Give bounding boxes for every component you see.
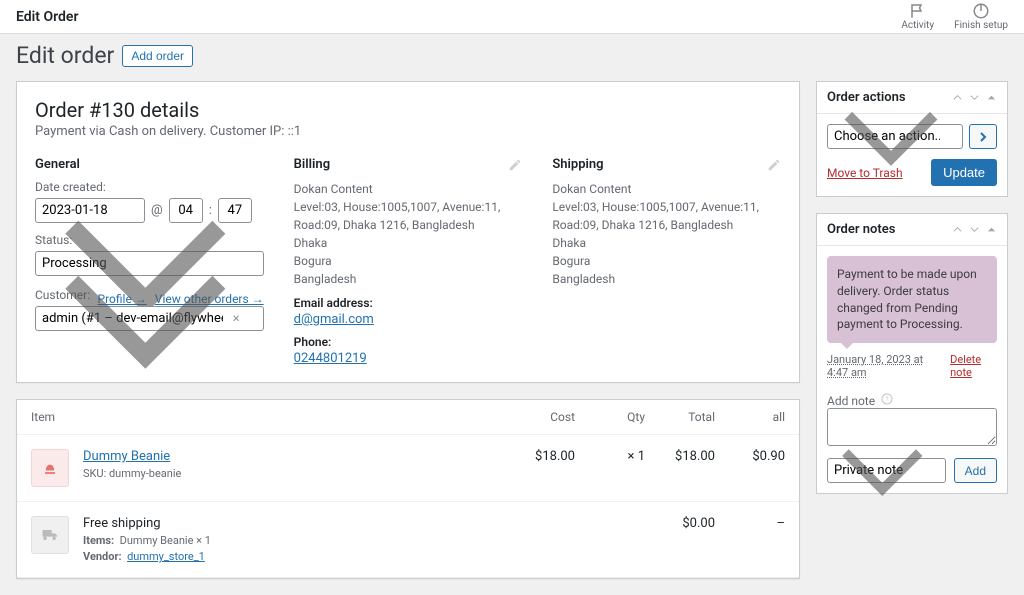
col-qty: Qty (575, 410, 645, 424)
vendor-link[interactable]: dummy_store_1 (127, 550, 205, 563)
item-name-link[interactable]: Dummy Beanie (83, 449, 170, 464)
page-title: Edit order (16, 42, 114, 69)
shipping-column: Shipping Dokan Content Level:03, House:1… (552, 157, 781, 366)
order-subtitle: Payment via Cash on delivery. Customer I… (35, 124, 781, 139)
shipping-vendor: Vendor: dummy_store_1 (83, 550, 505, 563)
move-to-trash-link[interactable]: Move to Trash (827, 166, 903, 180)
flag-icon (909, 2, 927, 20)
pencil-icon[interactable] (508, 158, 522, 172)
profile-link[interactable]: Profile → (98, 292, 147, 306)
chevron-right-icon (977, 131, 989, 143)
col-total: Total (645, 410, 715, 424)
phone-label: Phone: (294, 335, 523, 349)
general-heading: General (35, 157, 264, 172)
shipping-heading: Shipping (552, 157, 603, 172)
shipping-icon (31, 516, 69, 554)
chevron-down-icon[interactable] (969, 224, 980, 235)
caret-up-icon[interactable] (986, 224, 997, 235)
customer-select[interactable] (35, 306, 264, 331)
item-cost: $18.00 (505, 449, 575, 464)
shipping-address: Dokan Content Level:03, House:1005,1007,… (552, 180, 781, 288)
add-note-label: Add note (827, 394, 875, 408)
order-notes-heading: Order notes (827, 222, 895, 237)
add-note-button[interactable]: Add (954, 458, 997, 483)
status-label: Status: (35, 233, 264, 247)
svg-text:?: ? (886, 396, 889, 403)
order-title: Order #130 details (35, 98, 781, 122)
shipping-total: $0.00 (645, 516, 715, 531)
date-input[interactable] (35, 198, 145, 223)
chevron-down-icon[interactable] (969, 92, 980, 103)
page-header: Edit order Add order (16, 34, 1008, 81)
line-item: Dummy Beanie SKU: dummy-beanie $18.00 × … (17, 435, 799, 502)
items-header: Item Cost Qty Total all (17, 400, 799, 435)
note-meta: January 18, 2023 at 4:47 am Delete note (827, 353, 997, 379)
col-cost: Cost (505, 410, 575, 424)
beanie-icon (40, 458, 60, 478)
order-action-select[interactable]: Choose an action... (827, 124, 963, 149)
status-select[interactable]: Processing (35, 251, 264, 276)
add-order-button[interactable]: Add order (122, 45, 193, 67)
delete-note-link[interactable]: Delete note (950, 353, 997, 379)
shipping-label: Free shipping (83, 516, 505, 531)
help-icon[interactable]: ? (881, 393, 893, 408)
gauge-icon (972, 2, 990, 20)
billing-column: Billing Dokan Content Level:03, House:10… (294, 157, 523, 366)
metabox-tools (952, 224, 997, 235)
finish-label: Finish setup (954, 20, 1008, 31)
col-item: Item (31, 410, 505, 424)
product-thumbnail (31, 449, 69, 487)
truck-icon (40, 525, 60, 545)
chevron-up-icon[interactable] (952, 92, 963, 103)
shipping-items: Items: Dummy Beanie × 1 (83, 534, 505, 547)
at-symbol: @ (151, 203, 163, 218)
chevron-up-icon[interactable] (952, 224, 963, 235)
order-notes-box: Order notes Payment to be made upon deli… (816, 213, 1008, 494)
order-details: Order #130 details Payment via Cash on d… (16, 81, 800, 383)
order-actions-heading: Order actions (827, 90, 906, 105)
item-qty: × 1 (575, 449, 645, 464)
pencil-icon[interactable] (767, 158, 781, 172)
shipping-line: Free shipping Items: Dummy Beanie × 1 Ve… (17, 502, 799, 578)
shipping-all: – (715, 516, 785, 531)
item-all: $0.90 (715, 449, 785, 464)
activity-button[interactable]: Activity (901, 2, 934, 31)
minute-input[interactable] (218, 198, 252, 223)
order-note: Payment to be made upon delivery. Order … (827, 256, 997, 343)
note-timestamp: January 18, 2023 at 4:47 am (827, 353, 944, 379)
billing-email-link[interactable]: d@gmail.com (294, 312, 374, 327)
hour-input[interactable] (169, 198, 203, 223)
activity-label: Activity (901, 20, 934, 31)
run-action-button[interactable] (969, 124, 997, 149)
update-button[interactable]: Update (931, 159, 997, 186)
note-textarea[interactable] (827, 408, 997, 446)
topbar: Edit Order Activity Finish setup (0, 0, 1024, 34)
view-other-orders-link[interactable]: View other orders → (155, 292, 264, 306)
question-icon: ? (881, 393, 893, 405)
billing-phone-link[interactable]: 0244801219 (294, 351, 367, 366)
page: Edit order Add order Order #130 details … (0, 34, 1024, 595)
customer-links: Profile → View other orders → (98, 292, 264, 306)
billing-heading: Billing (294, 157, 330, 172)
finish-setup-button[interactable]: Finish setup (954, 2, 1008, 31)
order-actions-box: Order actions Choose an action... (816, 81, 1008, 197)
metabox-tools (952, 92, 997, 103)
date-label: Date created: (35, 180, 264, 194)
topbar-actions: Activity Finish setup (901, 2, 1008, 31)
billing-address: Dokan Content Level:03, House:1005,1007,… (294, 180, 523, 288)
general-column: General Date created: @ : Status: Proces… (35, 157, 264, 366)
item-total: $18.00 (645, 449, 715, 464)
note-type-select[interactable]: Private note (827, 458, 946, 483)
caret-up-icon[interactable] (986, 92, 997, 103)
customer-label: Customer: (35, 288, 90, 302)
topbar-title: Edit Order (16, 9, 78, 25)
item-sku: SKU: dummy-beanie (83, 467, 505, 480)
items-box: Item Cost Qty Total all Dummy Beanie SKU… (16, 399, 800, 579)
clear-customer[interactable]: × (233, 311, 240, 326)
col-all: all (715, 410, 785, 424)
email-label: Email address: (294, 296, 523, 310)
